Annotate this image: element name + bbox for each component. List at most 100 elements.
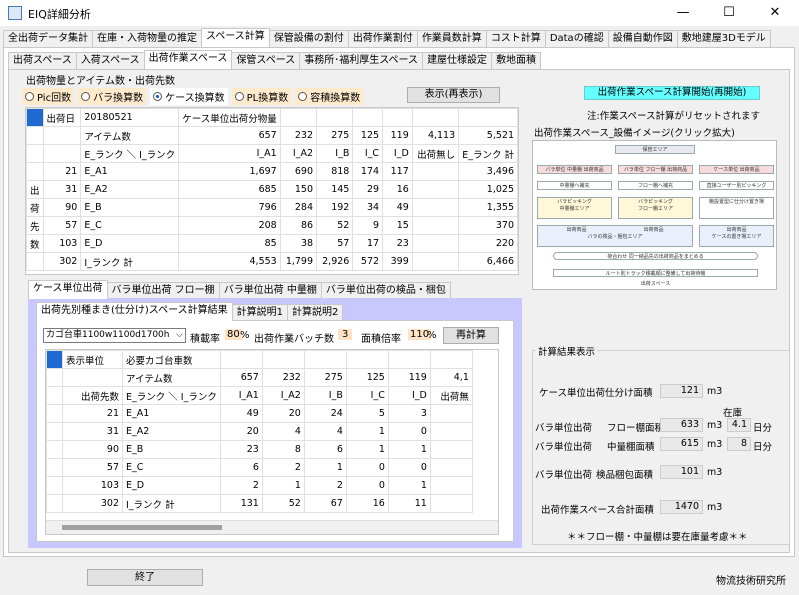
table-cell: [46, 368, 63, 387]
table-cell: I_ランク 計: [122, 494, 221, 513]
table-cell: 表示単位: [62, 350, 123, 369]
sub-tab-3[interactable]: 保管スペース: [231, 52, 301, 69]
table-cell: 690: [279, 162, 318, 181]
table-cell: I_C: [345, 386, 389, 405]
radio-option-2[interactable]: ケース換算数: [150, 88, 228, 105]
scrollbar-thumb[interactable]: [62, 525, 222, 530]
lower-tab-2[interactable]: バラ単位出荷 中量棚: [218, 282, 322, 299]
table-row: 57 E_C 6 2 1 0 0: [46, 458, 473, 477]
table-cell: [26, 252, 44, 271]
table-cell: E_ランク 計: [458, 144, 518, 163]
table-cell: 125: [345, 368, 389, 387]
table-cell: [219, 350, 263, 369]
show-button[interactable]: 表示(再表示): [407, 87, 500, 103]
table-cell: 24: [303, 404, 347, 423]
load-rate-label: 積載率: [190, 334, 220, 345]
table-cell: 23: [219, 440, 263, 459]
table-cell: 15: [382, 216, 413, 235]
minimize-button[interactable]: —: [660, 0, 706, 26]
radio-option-3[interactable]: PL換算数: [231, 88, 292, 105]
main-tab-1[interactable]: 在庫・入荷物量の推定: [92, 30, 202, 47]
main-tab-2[interactable]: スペース計算: [201, 28, 270, 47]
table-cell: 117: [382, 162, 413, 181]
table-cell: I_A1: [178, 144, 281, 163]
recalc-button[interactable]: 再計算: [443, 327, 499, 344]
unit-label: m3: [707, 502, 723, 513]
main-tab-6[interactable]: コスト計算: [485, 30, 546, 47]
app-icon: [8, 6, 22, 20]
main-tab-7[interactable]: Dataの確認: [544, 30, 609, 47]
table-cell: 4,553: [178, 252, 281, 271]
start-calc-button[interactable]: 出荷作業スペース計算開始(再開始): [584, 86, 760, 100]
flow-area-value: 633: [660, 418, 703, 432]
radio-dot-icon: [298, 92, 308, 101]
sub-tab-2[interactable]: 出荷作業スペース: [143, 50, 233, 69]
main-tab-4[interactable]: 出荷作業割付: [347, 30, 418, 47]
table-cell: E_B: [122, 440, 221, 459]
cart-select-value: カゴ台車1100w1100d1700h: [46, 330, 170, 340]
maximize-button[interactable]: ☐: [706, 0, 752, 26]
inner-tab-1[interactable]: 計算説明1: [231, 304, 288, 321]
table-cell: 131: [219, 494, 263, 513]
table-cell: 1: [345, 422, 389, 441]
table-cell: 5: [345, 404, 389, 423]
end-button[interactable]: 終了: [87, 569, 203, 586]
lower-tab-1[interactable]: バラ単位出荷 フロー棚: [106, 282, 220, 299]
main-tab-3[interactable]: 保管設備の割付: [268, 30, 349, 47]
diagram-box: 出荷商品 出荷商品 バラの検品・梱包エリア: [537, 225, 693, 247]
cart-select[interactable]: カゴ台車1100w1100d1700h ⌵: [43, 328, 186, 343]
table-cell: 9: [352, 216, 384, 235]
main-tab-8[interactable]: 設備自動作図: [607, 30, 678, 47]
main-tab-9[interactable]: 敷地建屋3Dモデル: [676, 30, 771, 47]
table-cell: [261, 350, 305, 369]
table-cell: 103: [42, 234, 82, 253]
lower-tab-0[interactable]: ケース単位出荷: [28, 280, 108, 299]
sub-tab-6[interactable]: 敷地面積: [491, 52, 542, 69]
table-cell: I_B: [316, 144, 354, 163]
table-cell: E_A2: [80, 180, 180, 199]
table-cell: [411, 216, 460, 235]
table-cell: [46, 386, 63, 405]
table-cell: 85: [178, 234, 281, 253]
close-button[interactable]: ✕: [752, 0, 798, 26]
sub-tab-0[interactable]: 出荷スペース: [8, 52, 77, 69]
table-row: 数 103 E_D 85 38 57 17 23 220: [26, 234, 518, 253]
table-cell: 232: [279, 126, 318, 145]
unit-label: m3: [707, 420, 723, 431]
main-tab-5[interactable]: 作業員数計算: [416, 30, 487, 47]
insp-label-1: バラ単位出荷: [535, 470, 593, 481]
table-cell: 49: [382, 198, 413, 217]
table-cell: 20180521: [80, 108, 180, 127]
facility-diagram[interactable]: 保管エリア バラ単位 中量棚 出荷商品 バラ単位 フロー棚 出荷商品 ケース単位…: [532, 140, 777, 290]
table-cell: [387, 350, 431, 369]
table-cell: [46, 494, 63, 513]
table-cell: 86: [279, 216, 318, 235]
sub-tab-5[interactable]: 建屋仕様設定: [422, 52, 493, 69]
horizontal-scrollbar[interactable]: [46, 520, 498, 534]
main-tab-bar: 全出荷データ集計 在庫・入荷物量の推定 スペース計算 保管設備の割付 出荷作業割付 作業員…: [3, 28, 771, 47]
table-cell: I_ランク 計: [80, 252, 180, 271]
inner-tab-0[interactable]: 出荷先別種まき(仕分け)スペース計算結果: [36, 302, 233, 321]
table-cell: 796: [178, 198, 281, 217]
batch-field[interactable]: 3: [338, 329, 353, 340]
inner-tab-2[interactable]: 計算説明2: [286, 304, 344, 321]
radio-option-1[interactable]: バラ換算数: [78, 88, 147, 105]
diagram-text: 出荷商品: [566, 227, 587, 233]
radio-option-0[interactable]: Pic回数: [22, 88, 75, 105]
diagram-box: フロー棚へ補充: [618, 181, 693, 190]
main-tab-0[interactable]: 全出荷データ集計: [3, 30, 93, 47]
lower-tab-3[interactable]: バラ単位出荷の検品・梱包: [320, 282, 451, 299]
table-cell: 31: [42, 180, 82, 199]
mid-days-value: 8: [727, 437, 751, 451]
table-cell: [46, 458, 63, 477]
radio-option-4[interactable]: 容積換算数: [295, 88, 364, 105]
table-cell: 1: [261, 476, 305, 495]
sub-tab-1[interactable]: 入荷スペース: [75, 52, 145, 69]
table-cell: 1: [345, 440, 389, 459]
table-cell: 49: [219, 404, 263, 423]
sub-tab-4[interactable]: 事務所･福利厚生スペース: [299, 52, 424, 69]
table-cell: 2: [261, 458, 305, 477]
diagram-text: 出荷商品: [643, 227, 664, 233]
table-cell: 57: [42, 216, 82, 235]
table-cell: 275: [316, 126, 354, 145]
